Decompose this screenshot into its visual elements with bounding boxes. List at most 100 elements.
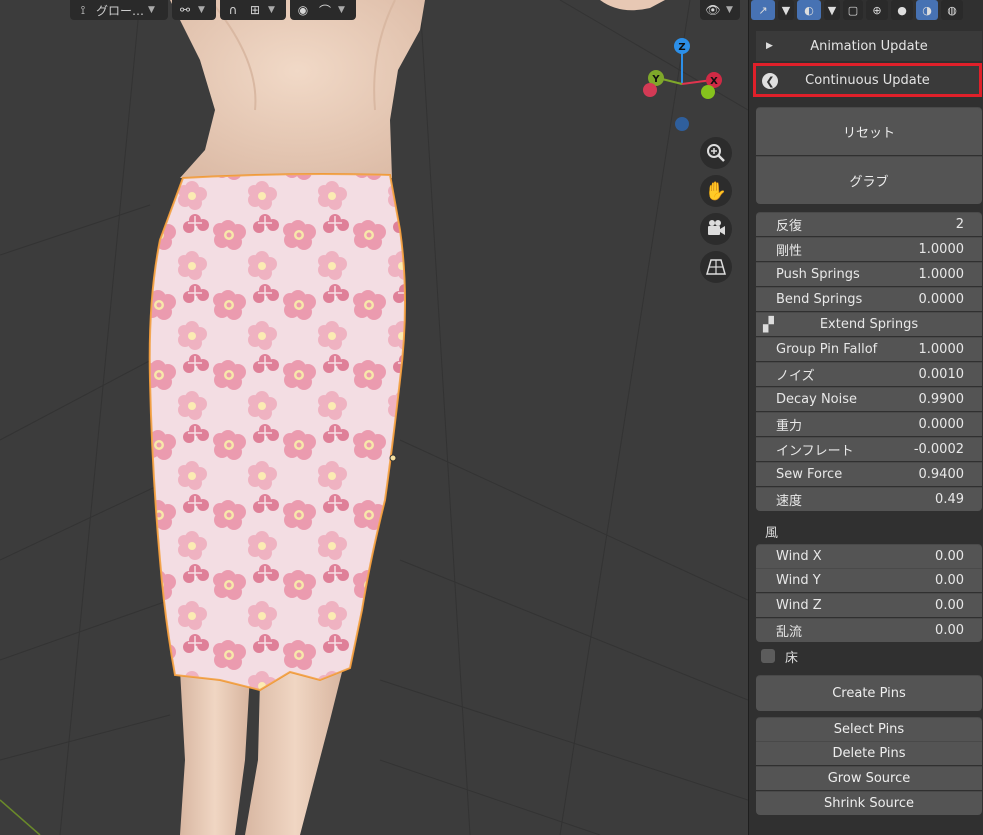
floor-label: 床 xyxy=(785,651,799,666)
param-row[interactable]: Group Pin Fallof 1.0000 xyxy=(756,337,982,361)
chevron-down-icon: ▼ xyxy=(726,5,733,15)
eye-icon: 👁 xyxy=(705,3,721,17)
left-leg xyxy=(180,670,250,835)
param-label: インフレート xyxy=(776,444,854,459)
wind-row[interactable]: 乱流 0.00 xyxy=(756,618,982,642)
param-row[interactable]: インフレート -0.0002 xyxy=(756,437,982,461)
param-row[interactable]: Sew Force 0.9400 xyxy=(756,462,982,486)
param-label: 剛性 xyxy=(776,244,803,259)
zoom-button[interactable] xyxy=(700,137,732,169)
overlay-icon: ◐ xyxy=(804,3,814,17)
chevron-down-icon: ▼ xyxy=(198,5,205,15)
select-pins-button[interactable]: Select Pins xyxy=(756,717,982,741)
camera-view-button[interactable] xyxy=(700,213,732,245)
extend-springs-toggle[interactable]: ▞ Extend Springs xyxy=(756,312,982,336)
transform-orientation-label: グロー… xyxy=(96,3,145,18)
extend-springs-label: Extend Springs xyxy=(819,317,919,332)
navigation-gizmo[interactable]: Z Y X xyxy=(638,36,728,136)
floor-checkbox[interactable] xyxy=(761,649,775,663)
reset-button[interactable]: リセット xyxy=(756,107,982,155)
torso xyxy=(170,0,425,178)
wind-label: Wind Z xyxy=(776,598,822,613)
material-shading-button[interactable]: ◑ xyxy=(916,0,938,20)
chevron-down-icon[interactable]: ▼ xyxy=(824,0,840,20)
gizmo-icon: ↗ xyxy=(758,3,768,17)
xray-toggle-button[interactable]: ▢ xyxy=(843,0,863,20)
chevron-down-icon[interactable]: ▼ xyxy=(778,0,794,20)
param-row[interactable]: Decay Noise 0.9900 xyxy=(756,387,982,411)
grid-perspective-icon xyxy=(706,259,726,275)
animation-update-label: Animation Update xyxy=(810,38,928,54)
param-label: Push Springs xyxy=(776,267,860,282)
scene-canvas[interactable] xyxy=(0,0,748,835)
param-label: 反復 xyxy=(776,219,803,234)
wireframe-shading-button[interactable]: ⊕ xyxy=(866,0,888,20)
snap-link-icon: ⚯ xyxy=(179,3,191,17)
visibility-dropdown[interactable]: 👁 ▼ xyxy=(700,0,740,20)
grow-source-button[interactable]: Grow Source xyxy=(756,766,982,790)
gizmo-toggle-button[interactable]: ↗ xyxy=(751,0,775,20)
param-label: Group Pin Fallof xyxy=(776,342,878,357)
wind-value: 0.00 xyxy=(935,598,964,613)
snap-magnet-icon[interactable]: ∩ xyxy=(224,2,242,18)
param-value: 1.0000 xyxy=(918,242,965,257)
animation-update-toggle[interactable]: ▶ Animation Update xyxy=(756,31,982,61)
delete-pins-button[interactable]: Delete Pins xyxy=(756,741,982,765)
param-label: Decay Noise xyxy=(776,392,858,407)
param-label: Bend Springs xyxy=(776,292,863,307)
svg-text:X: X xyxy=(710,76,718,87)
viewport-shading-toolbar: ↗ ▼ ◐ ▼ ▢ ⊕ ● ◑ ◍ xyxy=(749,0,983,20)
param-label: 重力 xyxy=(776,419,803,434)
object-origin xyxy=(389,454,397,462)
solid-sphere-icon: ● xyxy=(897,3,907,17)
rendered-shading-button[interactable]: ◍ xyxy=(941,0,963,20)
chevron-down-icon: ▼ xyxy=(268,5,275,15)
falloff-curve-icon[interactable]: ⌒ xyxy=(316,2,334,18)
param-row[interactable]: 反復 2 xyxy=(756,212,982,236)
shrink-source-button[interactable]: Shrink Source xyxy=(756,791,982,815)
continuous-update-label: Continuous Update xyxy=(805,72,930,88)
wind-value: 0.00 xyxy=(935,573,964,588)
chevron-down-icon: ▼ xyxy=(338,5,345,15)
param-row[interactable]: 重力 0.0000 xyxy=(756,412,982,436)
param-value: 0.49 xyxy=(935,492,964,507)
3d-viewport[interactable]: ⟟ グロー… ▼ ⚯ ▼ ∩ ⊞ ▼ ◉ ⌒ ▼ 👁 ▼ Z Y X ✋ xyxy=(0,0,748,835)
wind-row[interactable]: Wind Y 0.00 xyxy=(756,568,982,592)
zoom-icon xyxy=(707,144,725,162)
snap-increment-icon[interactable]: ⊞ xyxy=(246,2,264,18)
pivot-dropdown[interactable]: ⚯ ▼ xyxy=(172,0,216,20)
wind-label: Wind Y xyxy=(776,573,821,588)
solid-shading-button[interactable]: ● xyxy=(891,0,913,20)
continuous-update-toggle[interactable]: ❮ Continuous Update xyxy=(753,63,982,97)
wind-row[interactable]: Wind X 0.00 xyxy=(756,544,982,568)
wind-row[interactable]: Wind Z 0.00 xyxy=(756,593,982,617)
param-row[interactable]: 速度 0.49 xyxy=(756,487,982,511)
material-sphere-icon: ◑ xyxy=(922,3,932,17)
param-value: 0.9900 xyxy=(918,392,965,407)
param-row[interactable]: 剛性 1.0000 xyxy=(756,237,982,261)
chevron-down-icon: ▼ xyxy=(148,5,155,15)
transform-orientation-dropdown[interactable]: ⟟ グロー… ▼ xyxy=(70,0,168,20)
param-label: ノイズ xyxy=(776,369,815,384)
wind-label: 乱流 xyxy=(776,625,803,640)
param-value: 1.0000 xyxy=(918,342,965,357)
pan-button[interactable]: ✋ xyxy=(700,175,732,207)
snap-group[interactable]: ∩ ⊞ ▼ xyxy=(220,0,286,20)
param-row[interactable]: Bend Springs 0.0000 xyxy=(756,287,982,311)
param-row[interactable]: Push Springs 1.0000 xyxy=(756,262,982,286)
param-value: 0.9400 xyxy=(918,467,965,482)
svg-text:Z: Z xyxy=(678,42,685,53)
proportional-edit-icon[interactable]: ◉ xyxy=(294,2,312,18)
param-value: 2 xyxy=(955,217,964,232)
rendered-sphere-icon: ◍ xyxy=(947,3,957,17)
svg-text:Y: Y xyxy=(651,74,660,85)
grab-button[interactable]: グラブ xyxy=(756,156,982,204)
wind-section-label: 風 xyxy=(765,526,779,541)
proportional-edit-group[interactable]: ◉ ⌒ ▼ xyxy=(290,0,356,20)
perspective-toggle-button[interactable] xyxy=(700,251,732,283)
sidebar-panel: ↗ ▼ ◐ ▼ ▢ ⊕ ● ◑ ◍ ▶ Animation Update ❮ C… xyxy=(748,0,983,835)
overlay-toggle-button[interactable]: ◐ xyxy=(797,0,821,20)
create-pins-button[interactable]: Create Pins xyxy=(756,675,982,711)
param-value: 1.0000 xyxy=(918,267,965,282)
param-row[interactable]: ノイズ 0.0010 xyxy=(756,362,982,386)
